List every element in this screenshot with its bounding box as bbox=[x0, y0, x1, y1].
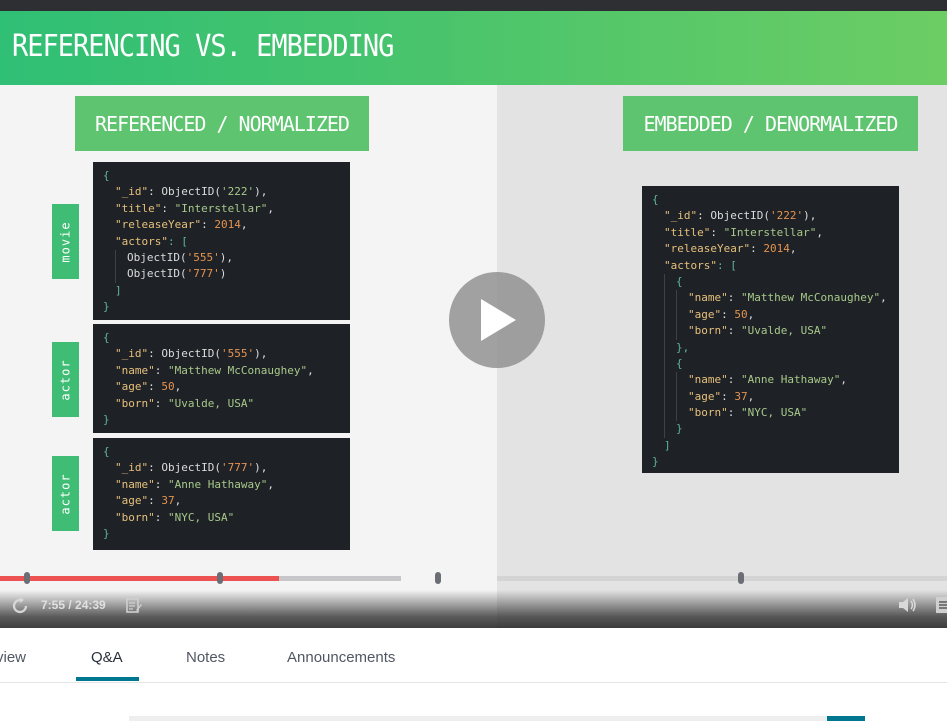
actor-code-block: { "_id": ObjectID('777'), "name": "Anne Ha… bbox=[93, 438, 350, 550]
code-line: "actors": [ bbox=[115, 234, 188, 248]
code-line: ] bbox=[664, 438, 671, 452]
play-icon bbox=[481, 299, 516, 341]
progress-fill bbox=[0, 576, 279, 581]
code-line: "_id": ObjectID('555'), bbox=[115, 347, 268, 361]
code-line: { bbox=[652, 355, 889, 373]
code-line: } bbox=[103, 412, 110, 426]
actor-label: actor bbox=[52, 456, 79, 531]
replay-icon[interactable] bbox=[11, 597, 29, 615]
code-line: "age": 50, bbox=[115, 380, 182, 394]
code-line: "_id": ObjectID('777'), bbox=[115, 461, 268, 475]
code-line: { bbox=[652, 273, 889, 291]
code-line: } bbox=[103, 526, 110, 540]
player-controls bbox=[0, 590, 947, 628]
code-line: } bbox=[652, 421, 889, 438]
search-input[interactable] bbox=[129, 716, 827, 721]
code-line: "name": "Matthew McConaughey", bbox=[652, 290, 889, 307]
code-line: ObjectID('555'), bbox=[103, 249, 340, 267]
time-display: 7:55 / 24:39 bbox=[41, 598, 106, 612]
tab-notes[interactable]: Notes bbox=[186, 649, 225, 666]
code-line: "_id": ObjectID('222'), bbox=[664, 209, 817, 223]
active-tab-indicator bbox=[76, 677, 139, 681]
code-line: "actors": [ bbox=[664, 258, 737, 272]
code-line: "age": 37, bbox=[115, 494, 182, 508]
code-line: "releaseYear": 2014, bbox=[664, 242, 797, 256]
code-line: "title": "Interstellar", bbox=[664, 225, 823, 239]
code-line: { bbox=[103, 331, 110, 344]
actor-label: actor bbox=[52, 342, 79, 417]
code-line: "name": "Anne Hathaway", bbox=[652, 372, 889, 389]
code-line: { bbox=[652, 193, 659, 206]
code-line: "age": 37, bbox=[652, 388, 889, 406]
volume-icon[interactable] bbox=[898, 597, 918, 613]
tab-announcements[interactable]: Announcements bbox=[287, 649, 395, 666]
movie-code-block: { "_id": ObjectID('222'), "title": "Inters… bbox=[93, 162, 350, 320]
notes-icon[interactable] bbox=[126, 598, 142, 613]
code-line: } bbox=[652, 455, 659, 469]
movie-label: movie bbox=[52, 204, 79, 279]
embedded-code-block: { "_id": ObjectID('222'), "title": "Inters… bbox=[642, 186, 899, 473]
slide-title: REFERENCING VS. EMBEDDING bbox=[12, 29, 394, 64]
code-line: { bbox=[103, 445, 110, 458]
code-line: }, bbox=[652, 339, 889, 356]
embedded-header: EMBEDDED / DENORMALIZED bbox=[623, 96, 918, 151]
code-line: "born": "Uvalde, USA" bbox=[115, 396, 255, 410]
code-line: "born": "NYC, USA" bbox=[652, 405, 889, 422]
code-line: } bbox=[103, 300, 110, 314]
code-line: "name": "Matthew McConaughey", bbox=[115, 363, 314, 377]
code-line: "title": "Interstellar", bbox=[115, 201, 274, 215]
slide-banner: REFERENCING VS. EMBEDDING bbox=[0, 11, 947, 85]
code-line: "_id": ObjectID('222'), bbox=[115, 185, 268, 199]
chapter-marker[interactable] bbox=[24, 572, 30, 584]
chapter-marker[interactable] bbox=[738, 572, 744, 584]
code-line: "born": "NYC, USA" bbox=[115, 510, 235, 524]
transcript-icon[interactable] bbox=[935, 596, 947, 614]
course-tabs: view Q&A Notes Announcements bbox=[0, 628, 947, 683]
window-top-strip bbox=[0, 0, 947, 11]
search-button[interactable] bbox=[827, 716, 865, 721]
play-button[interactable] bbox=[449, 272, 545, 368]
code-line: ObjectID('777') bbox=[103, 266, 340, 283]
code-line: { bbox=[103, 169, 110, 182]
tab-overview[interactable]: view bbox=[0, 649, 26, 666]
actor-code-block: { "_id": ObjectID('555'), "name": "Matthew… bbox=[93, 324, 350, 433]
code-line: "name": "Anne Hathaway", bbox=[115, 477, 274, 491]
progress-track-right bbox=[497, 576, 947, 581]
chapter-marker[interactable] bbox=[435, 572, 441, 584]
code-line: "releaseYear": 2014, bbox=[115, 218, 248, 232]
referenced-header: REFERENCED / NORMALIZED bbox=[75, 96, 369, 151]
code-line: "age": 50, bbox=[652, 306, 889, 324]
tab-qa[interactable]: Q&A bbox=[91, 649, 123, 666]
chapter-marker[interactable] bbox=[217, 572, 223, 584]
code-line: "born": "Uvalde, USA" bbox=[652, 323, 889, 340]
code-line: ] bbox=[115, 283, 122, 297]
